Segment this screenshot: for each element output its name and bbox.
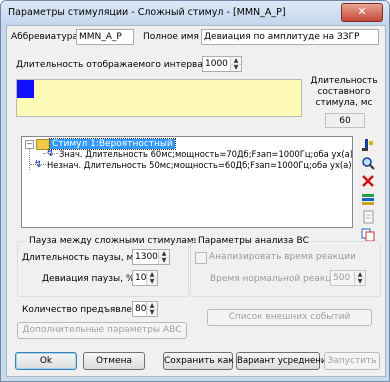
- dialog-window: Параметры стимуляции - Сложный стимул - …: [0, 0, 390, 382]
- add-stimulus-icon[interactable]: [361, 138, 375, 152]
- copy-icon[interactable]: [361, 228, 375, 242]
- title-bar: Параметры стимуляции - Сложный стимул - …: [1, 1, 389, 25]
- dialog-body: Аббревиатура MMN_A_P Полное имя Девиация…: [6, 25, 386, 377]
- abbreviation-label: Аббревиатура: [11, 32, 78, 42]
- abbreviation-input[interactable]: MMN_A_P: [76, 29, 134, 45]
- composite-duration-value: 60: [325, 113, 365, 128]
- stimulus-item-icon: ↯: [34, 159, 43, 170]
- fullname-label: Полное имя: [143, 32, 199, 42]
- tree-item[interactable]: Незнач. Длительность 50мс;мощность=60Дб;…: [47, 160, 352, 170]
- stimulus-item-icon: ↯: [46, 148, 55, 159]
- window-title: Параметры стимуляции - Сложный стимул - …: [8, 7, 286, 18]
- normal-reaction-value: 500: [333, 273, 351, 283]
- pause-duration-spinner[interactable]: 1300 ▲ ▼: [132, 249, 170, 265]
- delete-icon[interactable]: [361, 174, 375, 188]
- vs-analysis-group: [190, 241, 381, 297]
- list-icon[interactable]: [361, 192, 375, 206]
- spin-down-icon[interactable]: ▼: [147, 278, 157, 285]
- run-button[interactable]: Запустить: [324, 352, 380, 370]
- presentations-label: Количество предъявлений: [22, 305, 150, 315]
- page-icon[interactable]: [361, 210, 375, 224]
- pause-duration-label: Длительность паузы, мс: [22, 253, 139, 263]
- cancel-button[interactable]: Отмена: [83, 352, 145, 370]
- spin-down-icon[interactable]: ▼: [159, 257, 169, 264]
- interval-label: Длительность отображаемого интервала, мс: [16, 60, 232, 70]
- ok-button[interactable]: Ok: [15, 352, 77, 370]
- composite-duration-label: Длительность составного стимула, мс: [310, 76, 378, 108]
- save-as-button[interactable]: Сохранить как: [163, 352, 234, 370]
- pause-duration-value: 1300: [135, 252, 158, 262]
- pause-group-label: Пауза между сложными стимулами: [27, 236, 202, 246]
- presentations-value: 80: [135, 304, 147, 314]
- pause-deviation-value: 10: [135, 273, 147, 283]
- pause-deviation-spinner[interactable]: 10 ▲ ▼: [132, 270, 158, 286]
- normal-reaction-spinner[interactable]: 500 ▲ ▼: [330, 270, 366, 286]
- tree-root-item[interactable]: Стимул 1:Вероятностный: [49, 138, 176, 150]
- zoom-icon[interactable]: [361, 156, 375, 170]
- analyze-reaction-label: Анализировать время реакции: [209, 252, 356, 262]
- stimulus-tree[interactable]: − Стимул 1:Вероятностный ↯ Знач. Длитель…: [21, 136, 353, 228]
- pause-deviation-label: Девиация паузы, %: [42, 274, 135, 284]
- interval-spinner[interactable]: 1000 ▲ ▼: [202, 56, 242, 72]
- external-events-button[interactable]: Список внешних событий: [207, 309, 372, 326]
- interval-value: 1000: [205, 59, 228, 69]
- presentations-spinner[interactable]: 80 ▲ ▼: [132, 301, 158, 317]
- close-button[interactable]: ✕: [341, 3, 383, 22]
- spin-down-icon[interactable]: ▼: [147, 309, 157, 316]
- spin-down-icon[interactable]: ▼: [231, 64, 241, 71]
- fullname-input[interactable]: Девиация по амплитуде на ЗЗГР: [201, 29, 379, 45]
- averaging-variant-button[interactable]: Вариант усреднения: [236, 352, 332, 370]
- spin-down-icon[interactable]: ▼: [355, 278, 365, 285]
- vs-group-label: Параметры анализа ВС: [196, 236, 311, 246]
- stimulus-timeline[interactable]: [16, 79, 302, 117]
- analyze-reaction-checkbox[interactable]: [195, 252, 207, 264]
- timeline-stimulus-bar: [17, 80, 35, 98]
- tree-item[interactable]: Знач. Длительность 60мс;мощность=70Дб;Fз…: [59, 149, 352, 159]
- extra-avs-params-button[interactable]: Дополнительные параметры АВС: [17, 322, 187, 339]
